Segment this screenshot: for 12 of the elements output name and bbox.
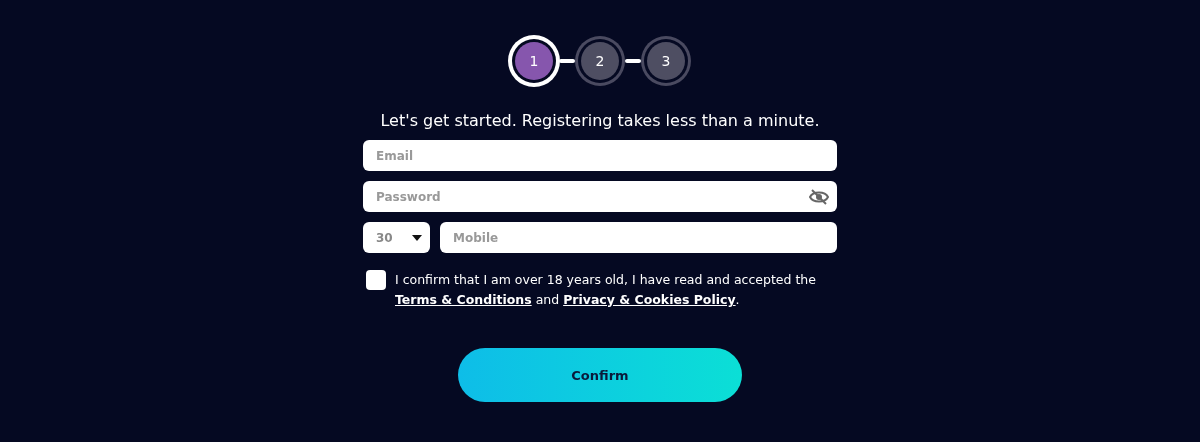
terms-link[interactable]: Terms & Conditions [395,292,532,307]
eye-slash-icon[interactable] [809,189,829,205]
confirm-button[interactable]: Confirm [458,348,742,402]
country-code-select[interactable]: 30 [363,222,430,253]
consent-text: I confirm that I am over 18 years old, I have read and accepted the Terms & Conditions and Privacy & Cookies Policy. [395,271,817,309]
caret-icon [412,234,422,241]
email-field[interactable]: Email [363,140,837,171]
consent-checkbox[interactable] [366,270,386,290]
mobile-field[interactable]: Mobile [440,222,837,253]
privacy-link[interactable]: Privacy & Cookies Policy [563,292,736,307]
form-heading: Let's get started. Registering takes less than a minute. [380,111,820,130]
password-field[interactable]: Password [363,181,837,212]
